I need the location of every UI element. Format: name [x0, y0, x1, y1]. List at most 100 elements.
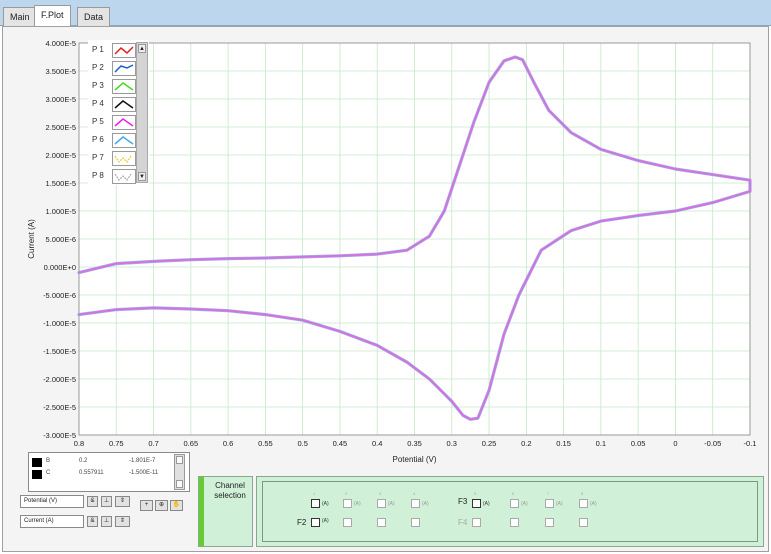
- legend-entry-p1[interactable]: P 1: [88, 42, 138, 60]
- scroll-up-icon[interactable]: ▲: [138, 44, 146, 53]
- scroll-down-icon[interactable]: [176, 480, 183, 488]
- channel-checkbox-b2[interactable]: [343, 518, 352, 527]
- channel-checkbox-b7[interactable]: [545, 518, 554, 527]
- pan-tool-icon[interactable]: ✋: [170, 500, 183, 511]
- legend-label: P 7: [92, 153, 104, 162]
- cursor-x-value: 0.557911: [79, 470, 104, 476]
- channel-checkbox-a4[interactable]: [411, 499, 420, 508]
- legend-entry-p6[interactable]: P 6: [88, 132, 138, 150]
- channel-checkbox-b3[interactable]: [377, 518, 386, 527]
- legend-swatch: [112, 169, 136, 184]
- legend-swatch: [112, 79, 136, 94]
- x-tick-label: 0.8: [74, 439, 84, 448]
- channel-checkbox-b4[interactable]: [411, 518, 420, 527]
- legend-entry-p3[interactable]: P 3: [88, 78, 138, 96]
- legend-swatch-line: [114, 64, 134, 73]
- channel-checkbox-a1[interactable]: [311, 499, 320, 508]
- channel-checkbox-b1[interactable]: [311, 518, 320, 527]
- f2-label: F2: [297, 518, 307, 527]
- scroll-up-icon[interactable]: [176, 456, 183, 464]
- channel-number: 8: [581, 491, 584, 496]
- channel-unit: (A): [322, 518, 329, 524]
- y-tick-label: 5.000E-6: [46, 235, 76, 244]
- cursor-y-value: -1.801E-7: [129, 458, 156, 464]
- channel-checkbox-b6[interactable]: [510, 518, 519, 527]
- y-tick-label: -5.000E-6: [43, 291, 76, 300]
- channel-checkbox-a8[interactable]: [579, 499, 588, 508]
- legend-label: P 4: [92, 99, 104, 108]
- channel-unit: (A): [556, 501, 563, 507]
- cursor-row-b[interactable]: B 0.2 -1.801E-7: [29, 457, 179, 469]
- x-tick-label: 0.55: [258, 439, 273, 448]
- legend-scrollbar[interactable]: ▲ ▼: [136, 42, 148, 183]
- channel-checkbox-a7[interactable]: [545, 499, 554, 508]
- x-tick-label: 0.5: [297, 439, 307, 448]
- x-tick-label: 0.75: [109, 439, 124, 448]
- channel-checkbox-a3[interactable]: [377, 499, 386, 508]
- legend-entry-p2[interactable]: P 2: [88, 60, 138, 78]
- cursor-table-scrollbar[interactable]: [174, 454, 185, 490]
- x-tick-label: 0.4: [372, 439, 382, 448]
- x-tick-label: 0.25: [482, 439, 497, 448]
- x-tick-label: 0.45: [333, 439, 348, 448]
- x-tick-label: 0.05: [631, 439, 646, 448]
- legend-swatch-line: [114, 118, 134, 127]
- x-tick-label: 0.6: [223, 439, 233, 448]
- channel-unit: (A): [483, 501, 490, 507]
- crosshair-tool-icon[interactable]: +: [140, 500, 153, 511]
- x-tick-label: 0.3: [447, 439, 457, 448]
- legend-label: P 1: [92, 45, 104, 54]
- y-tick-label: 2.500E-5: [46, 123, 76, 132]
- cursor-color-swatch: [32, 470, 42, 479]
- channel-unit: (A): [354, 501, 361, 507]
- channel-checkbox-b8[interactable]: [579, 518, 588, 527]
- channel-checkbox-a5[interactable]: [472, 499, 481, 508]
- legend-swatch-line: [114, 100, 134, 109]
- channel-unit: (A): [422, 501, 429, 507]
- x-tick-label: 0.2: [521, 439, 531, 448]
- legend-label: P 8: [92, 171, 104, 180]
- channel-checkbox-a6[interactable]: [510, 499, 519, 508]
- legend-entry-p4[interactable]: P 4: [88, 96, 138, 114]
- cursor-row-c[interactable]: C 0.557911 -1.500E-11: [29, 469, 179, 481]
- legend-entry-p5[interactable]: P 5: [88, 114, 138, 132]
- x-axis-title: Potential (V): [392, 455, 436, 464]
- channel-grid: F2 F3 F4 1 (A) 2 (A) 3 (A) 4 (A) (A) 5 (…: [262, 481, 758, 542]
- x-axis-scale-button[interactable]: ⊥: [101, 496, 112, 507]
- legend-entry-p8[interactable]: P 8: [88, 168, 138, 186]
- y-axis-zoom-button[interactable]: ⇕: [115, 516, 130, 527]
- y-tick-label: -2.500E-5: [43, 403, 76, 412]
- channel-selection-button[interactable]: Channel selection: [198, 476, 253, 547]
- channel-unit: (A): [590, 501, 597, 507]
- y-axis-title: Current (A): [27, 219, 36, 259]
- y-axis-format-button[interactable]: &: [87, 516, 98, 527]
- zoom-tool-icon[interactable]: ⊕: [155, 500, 168, 511]
- cursor-name: C: [46, 470, 51, 476]
- legend-label: P 6: [92, 135, 104, 144]
- y-tick-label: -3.000E-5: [43, 431, 76, 440]
- legend-label: P 5: [92, 117, 104, 126]
- x-axis-zoom-button[interactable]: ⇕: [115, 496, 130, 507]
- channel-checkbox-b5[interactable]: [472, 518, 481, 527]
- legend-swatch-line: [114, 136, 134, 145]
- x-axis-format-button[interactable]: &: [87, 496, 98, 507]
- cursor-x-value: 0.2: [79, 458, 88, 464]
- cursor-color-swatch: [32, 458, 42, 467]
- channel-number: 7: [547, 491, 550, 496]
- y-tick-label: 4.000E-5: [46, 39, 76, 48]
- y-axis-name-field[interactable]: Current (A): [20, 515, 84, 528]
- x-tick-label: 0.15: [556, 439, 571, 448]
- channel-unit: (A): [521, 501, 528, 507]
- channel-unit: (A): [322, 501, 329, 507]
- y-axis-scale-button[interactable]: ⊥: [101, 516, 112, 527]
- x-tick-label: 0: [673, 439, 677, 448]
- scroll-down-icon[interactable]: ▼: [138, 172, 146, 181]
- legend-entry-p7[interactable]: P 7: [88, 150, 138, 168]
- channel-number: 6: [512, 491, 515, 496]
- x-axis-name-field[interactable]: Potential (V): [20, 495, 84, 508]
- y-tick-label: 0.000E+0: [44, 263, 76, 272]
- cursor-name: B: [46, 458, 51, 464]
- y-tick-label: 1.000E-5: [46, 207, 76, 216]
- channel-checkbox-a2[interactable]: [343, 499, 352, 508]
- x-tick-label: 0.7: [148, 439, 158, 448]
